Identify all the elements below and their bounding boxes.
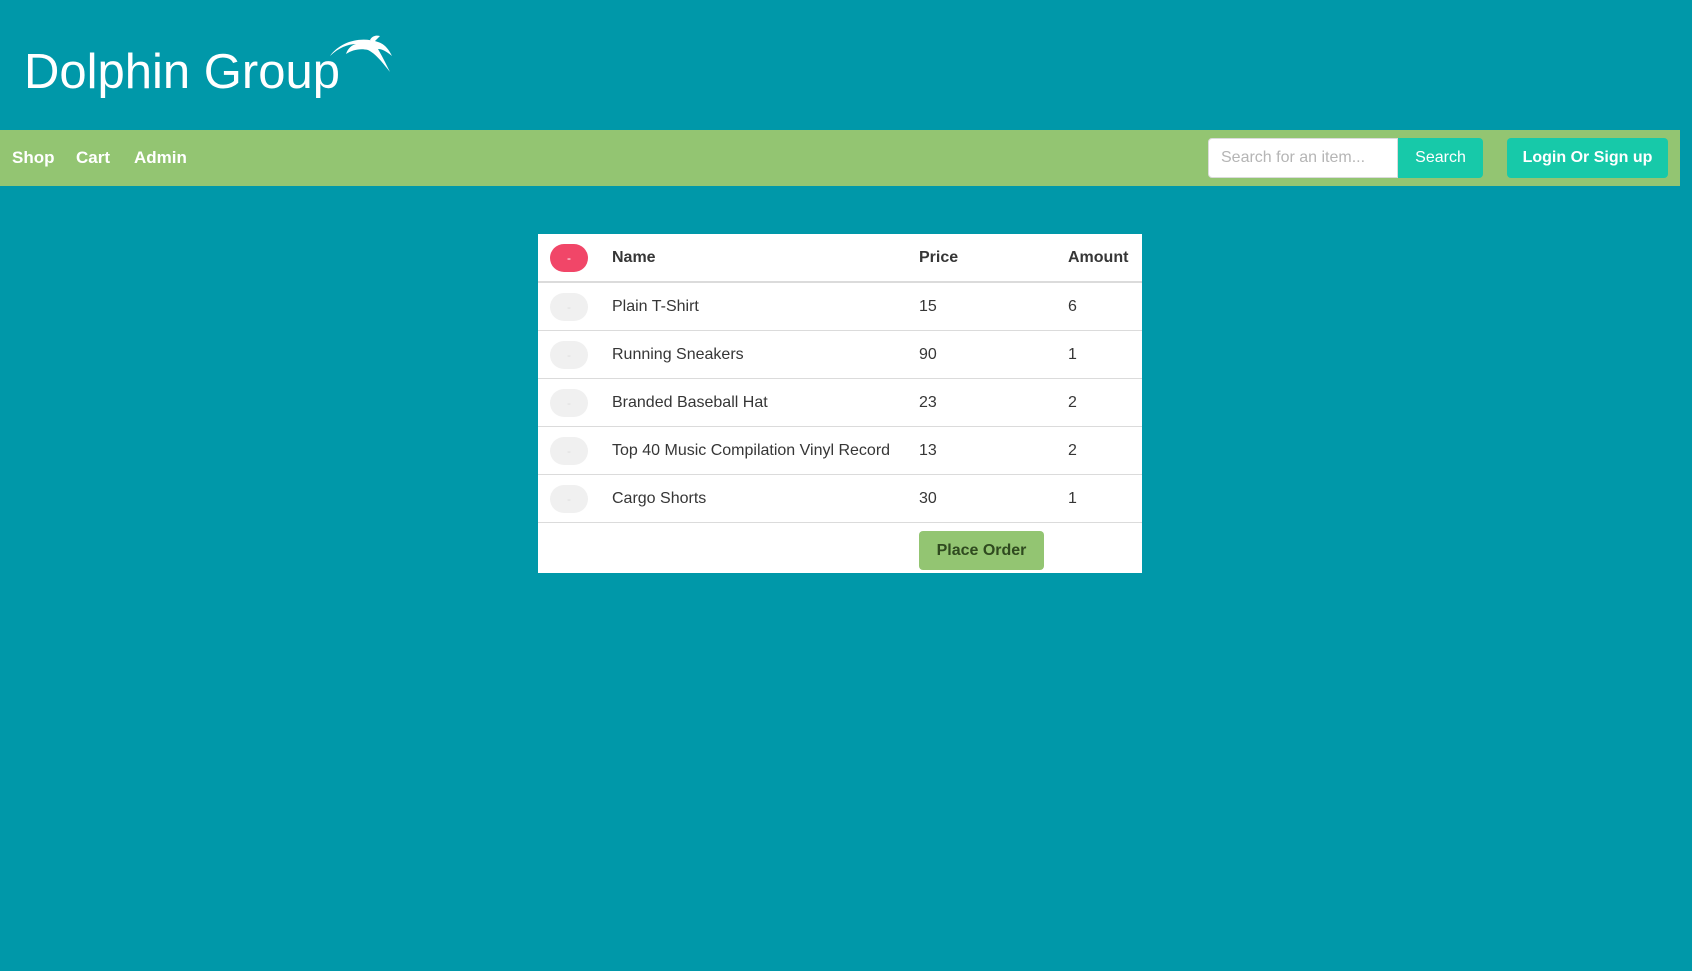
login-signup-button[interactable]: Login Or Sign up [1507, 138, 1668, 178]
remove-item-button[interactable]: - [550, 292, 588, 321]
item-name: Plain T-Shirt [600, 282, 907, 331]
search-input[interactable] [1208, 138, 1398, 178]
place-order-button[interactable]: Place Order [919, 531, 1044, 570]
remove-all-button[interactable]: - [550, 243, 588, 272]
nav-link-admin[interactable]: Admin [134, 130, 187, 186]
item-name: Top 40 Music Compilation Vinyl Record [600, 426, 907, 475]
cart-table: - Name Price Amount - Plain T-Shirt 15 6… [538, 234, 1142, 578]
item-amount: 2 [1056, 426, 1142, 475]
column-header-name: Name [600, 234, 907, 283]
table-row: - Cargo Shorts 30 1 [538, 474, 1142, 523]
item-amount: 1 [1056, 474, 1142, 523]
remove-item-button[interactable]: - [550, 340, 588, 369]
item-price: 30 [907, 474, 1056, 523]
nav-link-shop[interactable]: Shop [12, 130, 55, 186]
item-price: 90 [907, 330, 1056, 379]
site-title: Dolphin Group [24, 45, 340, 99]
table-row: - Running Sneakers 90 1 [538, 330, 1142, 379]
nav-link-cart[interactable]: Cart [76, 130, 110, 186]
item-amount: 1 [1056, 330, 1142, 379]
navbar: Shop Cart Admin Search Login Or Sign up [0, 130, 1680, 186]
table-row: - Top 40 Music Compilation Vinyl Record … [538, 426, 1142, 475]
item-name: Cargo Shorts [600, 474, 907, 523]
item-amount: 6 [1056, 282, 1142, 331]
item-name: Running Sneakers [600, 330, 907, 379]
column-header-amount: Amount [1056, 234, 1142, 283]
table-footer-row: Place Order [538, 523, 1142, 579]
search-button[interactable]: Search [1398, 138, 1483, 178]
column-header-price: Price [907, 234, 1056, 283]
remove-item-button[interactable]: - [550, 388, 588, 417]
site-header: Dolphin Group [0, 0, 1692, 130]
item-price: 15 [907, 282, 1056, 331]
item-amount: 2 [1056, 378, 1142, 427]
item-name: Branded Baseball Hat [600, 378, 907, 427]
cart-table-container: - Name Price Amount - Plain T-Shirt 15 6… [538, 234, 1142, 573]
table-header-row: - Name Price Amount [538, 234, 1142, 283]
remove-item-button[interactable]: - [550, 484, 588, 513]
item-price: 13 [907, 426, 1056, 475]
table-row: - Branded Baseball Hat 23 2 [538, 378, 1142, 427]
remove-item-button[interactable]: - [550, 436, 588, 465]
table-row: - Plain T-Shirt 15 6 [538, 282, 1142, 331]
item-price: 23 [907, 378, 1056, 427]
dolphin-icon [330, 35, 392, 72]
